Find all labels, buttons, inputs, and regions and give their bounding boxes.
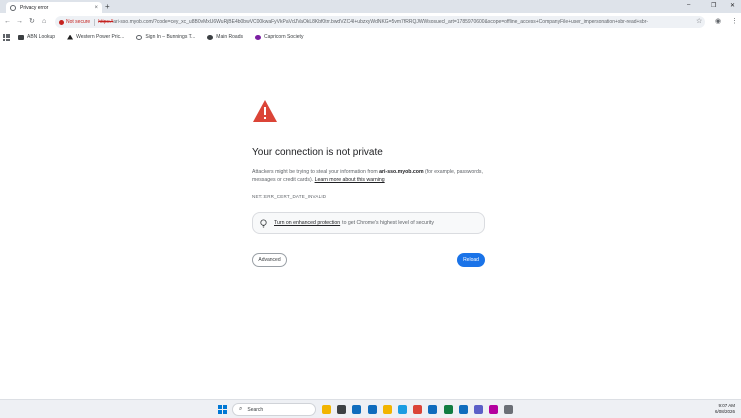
error-description: Attackers might be trying to steal your … xyxy=(252,169,483,183)
clock-date: 6/08/2026 xyxy=(714,409,735,414)
restore-button[interactable]: ❐ xyxy=(711,2,716,9)
toolbar: ← → ↻ ⌂ Not secure https:// ari-sso.myob… xyxy=(0,13,741,31)
file-explorer-icon[interactable] xyxy=(322,405,331,414)
advanced-button[interactable]: Advanced xyxy=(252,253,287,267)
enhanced-protection-box: Turn on enhanced protection to get Chrom… xyxy=(252,212,485,234)
enhanced-protection-link[interactable]: Turn on enhanced protection xyxy=(274,220,340,226)
tab-strip: Privacy error × + – ❐ ✕ xyxy=(0,0,741,13)
close-window-button[interactable]: ✕ xyxy=(730,2,735,9)
globe-icon xyxy=(10,4,16,11)
taskbar: ⌕ Search 9:07 AM 6/08/2026 xyxy=(0,399,741,418)
apps-grid-icon[interactable] xyxy=(3,33,10,41)
teams-icon[interactable] xyxy=(474,405,483,414)
warning-icon xyxy=(59,19,64,25)
bookmark-capricorn[interactable]: Capricorn Society xyxy=(254,34,303,40)
back-button[interactable]: ← xyxy=(4,17,11,27)
action-buttons: Advanced Reload xyxy=(252,253,487,267)
learn-more-link[interactable]: Learn more about this warning xyxy=(315,177,385,183)
error-code: NET::ERR_CERT_DATE_INVALID xyxy=(252,194,327,199)
bookmark-western-power[interactable]: Western Power Pric... xyxy=(67,34,124,40)
abn-icon xyxy=(18,34,24,40)
bookmark-star-icon[interactable]: ☆ xyxy=(696,17,702,27)
edge-icon[interactable] xyxy=(398,405,407,414)
host-name: ari-sso.myob.com xyxy=(379,169,424,175)
phone-icon[interactable] xyxy=(504,405,514,414)
folder-icon[interactable] xyxy=(382,405,392,414)
home-button[interactable]: ⌂ xyxy=(42,17,46,27)
globe-icon xyxy=(136,34,143,40)
excel-icon[interactable] xyxy=(443,405,453,414)
lightbulb-icon xyxy=(260,218,267,228)
tab-privacy-error[interactable]: Privacy error × xyxy=(6,2,102,13)
warning-triangle-icon xyxy=(253,100,277,122)
capricorn-icon xyxy=(254,34,261,40)
outlook-icon[interactable] xyxy=(352,405,362,414)
forward-button[interactable]: → xyxy=(16,17,23,27)
page-title: Your connection is not private xyxy=(252,147,383,158)
mail-icon[interactable] xyxy=(428,405,438,414)
profile-icon[interactable]: ◉ xyxy=(715,17,721,27)
windows-start-icon[interactable] xyxy=(218,405,227,414)
reload-page-button[interactable]: Reload xyxy=(457,253,485,267)
address-bar[interactable]: Not secure https:// ari-sso.myob.com/?co… xyxy=(55,16,705,28)
taskbar-search[interactable]: ⌕ Search xyxy=(232,403,316,416)
western-power-icon xyxy=(67,34,74,40)
url-text: ari-sso.myob.com/?code=cey_xc_u8B0vMxU6W… xyxy=(113,19,649,25)
minimize-button[interactable]: – xyxy=(687,2,690,8)
bookmark-abn-lookup[interactable]: ABN Lookup xyxy=(18,34,55,40)
bookmark-bunnings[interactable]: Sign In – Bunnings T... xyxy=(136,34,195,40)
chrome-icon[interactable] xyxy=(413,405,423,414)
main-roads-icon xyxy=(207,34,214,40)
divider xyxy=(94,18,96,26)
url-scheme: https:// xyxy=(98,19,114,25)
system-clock[interactable]: 9:07 AM 6/08/2026 xyxy=(715,403,735,415)
search-icon: ⌕ xyxy=(239,406,243,412)
not-secure-chip[interactable]: Not secure xyxy=(59,19,90,25)
enhanced-protection-text: to get Chrome's highest level of securit… xyxy=(342,220,434,226)
bookmark-main-roads[interactable]: Main Roads xyxy=(207,34,243,40)
close-tab-icon[interactable]: × xyxy=(94,5,98,11)
privacy-error-page: Your connection is not private Attackers… xyxy=(252,99,487,267)
outlook-new-icon[interactable] xyxy=(458,405,468,414)
not-secure-label: Not secure xyxy=(66,19,91,25)
search-label: Search xyxy=(247,406,264,413)
task-view-icon[interactable] xyxy=(337,405,347,414)
new-tab-button[interactable]: + xyxy=(105,2,110,11)
store-icon[interactable] xyxy=(367,405,377,414)
tab-title: Privacy error xyxy=(20,4,49,11)
bookmarks-bar: ABN Lookup Western Power Pric... Sign In… xyxy=(0,31,741,43)
avatar-app-icon[interactable] xyxy=(489,405,499,414)
reload-button[interactable]: ↻ xyxy=(29,17,35,27)
menu-icon[interactable]: ⋮ xyxy=(731,17,738,27)
